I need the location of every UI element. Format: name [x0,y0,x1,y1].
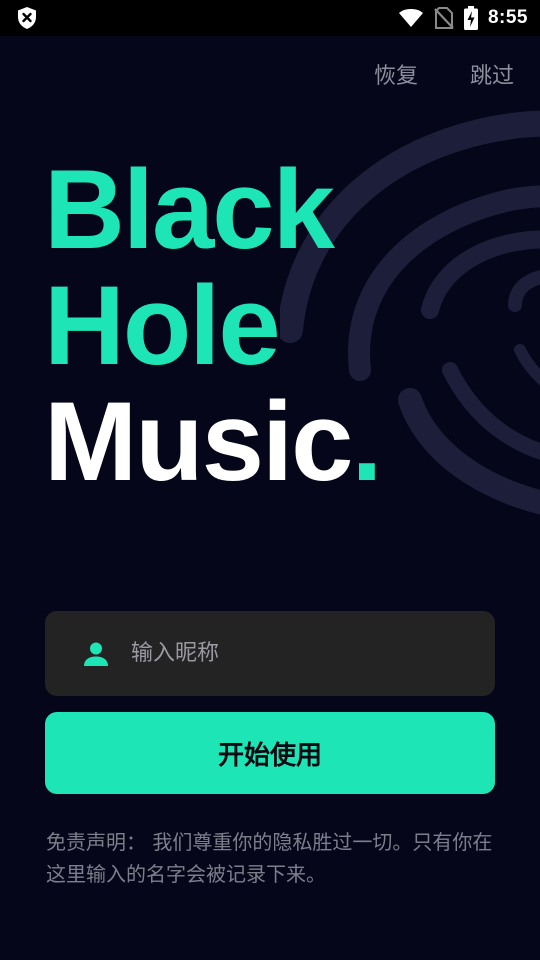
status-time: 8:55 [487,7,528,28]
status-icons: 8:55 [398,0,528,36]
start-button[interactable]: 开始使用 [45,712,495,794]
welcome-screen: 8:55 恢复 跳过 Black Hole Music. 开始使用 免责声明： … [0,0,540,960]
status-bar: 8:55 [0,0,540,36]
no-sim-icon [434,7,454,29]
nickname-field[interactable] [45,611,495,696]
skip-link[interactable]: 跳过 [470,58,514,90]
brand-dot: . [351,379,382,504]
brand-line-music-wrap: Music. [44,384,383,500]
brand-line-hole: Hole [44,263,281,388]
brand-line-black: Black [44,147,335,272]
brand-line-music: Music [44,379,353,504]
brand-title: Black Hole Music. [44,147,383,500]
battery-charging-icon [463,6,478,30]
shield-x-icon [18,7,36,29]
restore-link[interactable]: 恢复 [374,58,418,90]
disclaimer-text: 免责声明： 我们尊重你的隐私胜过一切。只有你在这里输入的名字会被记录下来。 [46,830,493,886]
wifi-icon [398,9,423,27]
nickname-input[interactable] [131,611,481,696]
person-icon [84,642,108,666]
